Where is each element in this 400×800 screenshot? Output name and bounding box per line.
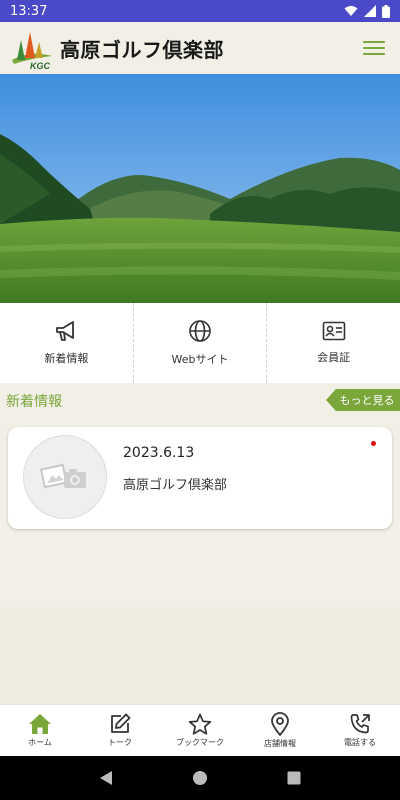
tab-talk[interactable]: トーク xyxy=(80,705,160,756)
map-pin-icon xyxy=(271,712,289,736)
member-card-icon xyxy=(322,321,345,341)
hamburger-menu-button[interactable] xyxy=(362,36,386,60)
star-icon xyxy=(188,713,212,735)
see-more-button[interactable]: もっと見る xyxy=(326,389,400,411)
hero-image xyxy=(0,74,400,303)
news-heading: 新着情報 xyxy=(6,394,62,410)
news-section: 新着情報 もっと見る 2023.6.13 高原ゴルフ倶楽部 xyxy=(0,383,400,607)
news-date: 2023.6.13 xyxy=(123,445,195,461)
app-header: KGC 高原ゴルフ倶楽部 xyxy=(0,22,400,74)
wifi-icon xyxy=(344,6,358,16)
quick-link-label: Webサイト xyxy=(171,353,229,366)
tab-bookmark[interactable]: ブックマーク xyxy=(160,705,240,756)
system-nav-bar xyxy=(0,756,400,800)
quick-link-label: 新着情報 xyxy=(44,352,89,365)
see-more-label: もっと見る xyxy=(339,394,395,407)
recents-icon[interactable] xyxy=(287,771,301,785)
status-icons xyxy=(344,4,390,18)
quick-link-member-card[interactable]: 会員証 xyxy=(267,303,400,383)
tab-home[interactable]: ホーム xyxy=(0,705,80,756)
home-icon xyxy=(29,714,51,734)
tab-label: 電話する xyxy=(344,738,376,747)
logo-caption: KGC xyxy=(30,61,51,70)
edit-icon xyxy=(111,713,131,733)
tab-label: ホーム xyxy=(28,738,52,747)
unread-badge xyxy=(371,441,376,446)
menu-line xyxy=(363,53,385,55)
menu-line xyxy=(363,47,385,49)
signal-icon xyxy=(364,5,376,17)
bottom-tab-bar: ホーム トーク ブックマーク 店舗情報 電話する xyxy=(0,704,400,756)
home-circle-icon[interactable] xyxy=(192,770,208,786)
news-title: 高原ゴルフ倶楽部 xyxy=(123,478,228,493)
tab-call[interactable]: 電話する xyxy=(320,705,400,756)
news-thumbnail xyxy=(23,435,107,519)
quick-link-website[interactable]: Webサイト xyxy=(134,303,268,383)
menu-line xyxy=(363,41,385,43)
tab-label: トーク xyxy=(108,738,132,747)
photo-placeholder-icon xyxy=(40,463,86,489)
quick-link-news[interactable]: 新着情報 xyxy=(0,303,134,383)
quick-link-label: 会員証 xyxy=(317,351,351,364)
status-bar: 13:37 xyxy=(0,0,400,22)
kgc-logo-mark: KGC xyxy=(10,26,54,71)
status-time: 13:37 xyxy=(10,3,48,19)
globe-icon xyxy=(189,320,211,342)
back-icon[interactable] xyxy=(99,770,113,786)
tab-label: 店舗情報 xyxy=(264,739,296,748)
megaphone-icon xyxy=(56,321,75,341)
quick-links: 新着情報 Webサイト 会員証 xyxy=(0,303,400,383)
news-card[interactable]: 2023.6.13 高原ゴルフ倶楽部 xyxy=(8,427,392,529)
tab-label: ブックマーク xyxy=(176,738,224,747)
tab-store-info[interactable]: 店舗情報 xyxy=(240,705,320,756)
app-title: 高原ゴルフ倶楽部 xyxy=(60,37,224,62)
app-logo[interactable]: KGC 高原ゴルフ倶楽部 xyxy=(10,26,224,71)
battery-icon xyxy=(382,4,390,18)
phone-icon xyxy=(350,714,370,734)
